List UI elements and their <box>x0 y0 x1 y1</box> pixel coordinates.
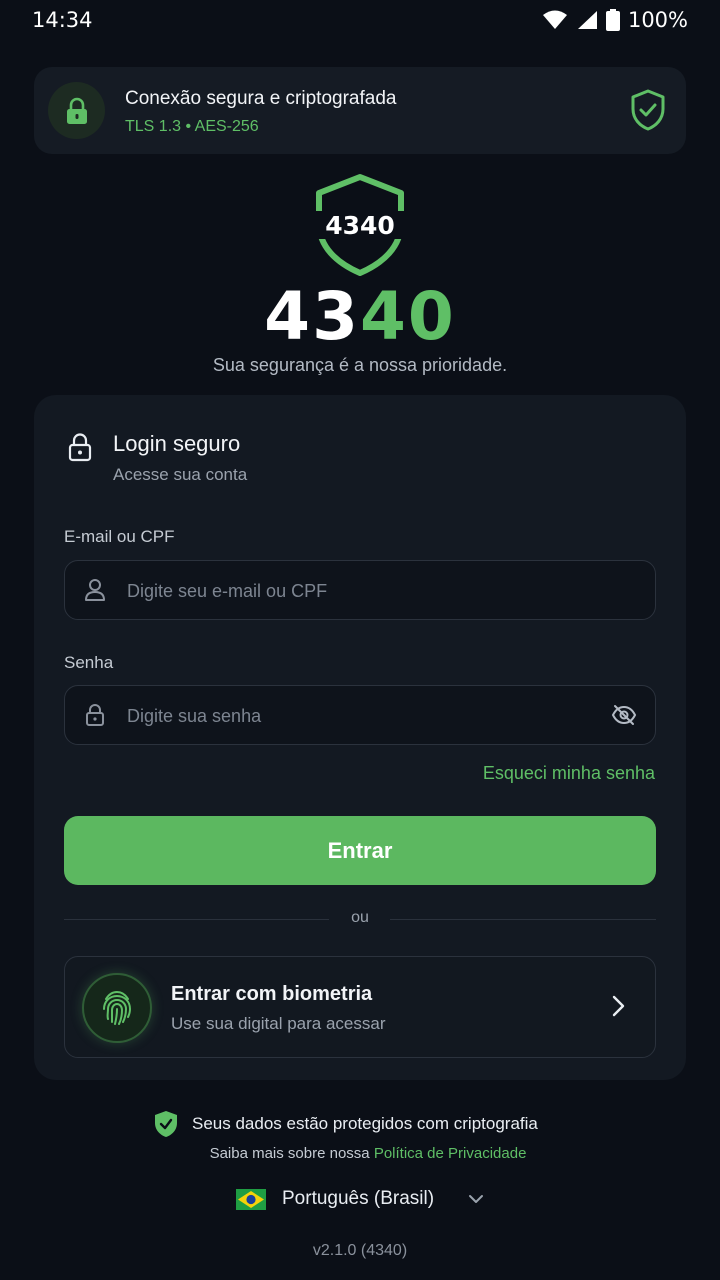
battery-level: 100% <box>627 8 688 32</box>
battery-icon <box>605 9 620 31</box>
biometric-subtitle: Use sua digital para acessar <box>171 1014 386 1033</box>
lock-icon <box>86 704 104 726</box>
brand-wordmark: 4340 <box>0 278 720 355</box>
card-title: Login seguro <box>113 431 241 456</box>
fingerprint-icon <box>103 990 132 1025</box>
email-input[interactable] <box>125 561 589 621</box>
lock-icon <box>68 433 92 462</box>
secure-connection-banner: Conexão segura e criptografada TLS 1.3 •… <box>34 67 686 154</box>
shield-check-icon <box>631 89 665 131</box>
forgot-password-link[interactable]: Esqueci minha senha <box>483 763 655 784</box>
brand-tagline: Sua segurança é a nossa prioridade. <box>212 355 508 375</box>
login-button[interactable]: Entrar <box>64 816 656 885</box>
language-selector[interactable]: Português (Brasil) <box>236 1188 484 1210</box>
signal-icon <box>577 11 597 29</box>
divider-right <box>390 919 656 920</box>
chevron-right-icon <box>612 995 625 1017</box>
biometric-title: Entrar com biometria <box>171 983 373 1005</box>
brand-shield-logo: 4340 <box>313 174 407 276</box>
privacy-notice: Saiba mais sobre nossa Política de Priva… <box>0 1145 720 1162</box>
status-icons: 100% <box>542 8 688 32</box>
banner-lock-badge <box>48 82 105 139</box>
login-card: Login seguro Acesse sua conta E-mail ou … <box>34 395 686 1080</box>
privacy-policy-link[interactable]: Política de Privacidade <box>374 1145 527 1162</box>
divider-text: ou <box>351 909 369 926</box>
status-bar: 14:34 100% <box>0 0 720 42</box>
banner-title: Conexão segura e criptografada <box>125 88 397 109</box>
eye-off-icon[interactable] <box>611 704 637 726</box>
brazil-flag-icon <box>236 1188 266 1210</box>
brand-wordmark-part1: 43 <box>264 278 360 355</box>
email-field-box <box>64 560 656 621</box>
lock-icon <box>66 97 87 124</box>
password-field-box <box>64 685 656 746</box>
data-protection-notice: Seus dados estão protegidos com criptogr… <box>154 1110 538 1138</box>
biometric-login-button[interactable]: Entrar com biometria Use sua digital par… <box>64 956 656 1058</box>
status-time: 14:34 <box>32 8 93 32</box>
card-subtitle: Acesse sua conta <box>113 465 248 484</box>
fingerprint-badge <box>82 973 152 1043</box>
language-label: Português (Brasil) <box>282 1188 435 1209</box>
wifi-icon <box>542 10 567 29</box>
banner-subtitle: TLS 1.3 • AES-256 <box>125 118 259 135</box>
brand-shield-text: 4340 <box>325 211 395 240</box>
privacy-prefix: Saiba mais sobre nossa <box>209 1145 374 1162</box>
user-icon <box>85 579 105 601</box>
brand-wordmark-part2: 40 <box>360 278 456 355</box>
password-label: Senha <box>64 653 114 672</box>
email-label: E-mail ou CPF <box>64 527 175 546</box>
shield-check-icon <box>155 1111 177 1137</box>
protection-text: Seus dados estão protegidos com criptogr… <box>192 1114 538 1133</box>
chevron-down-icon <box>469 1195 484 1203</box>
app-version: v2.1.0 (4340) <box>312 1242 408 1259</box>
password-input[interactable] <box>125 686 589 746</box>
